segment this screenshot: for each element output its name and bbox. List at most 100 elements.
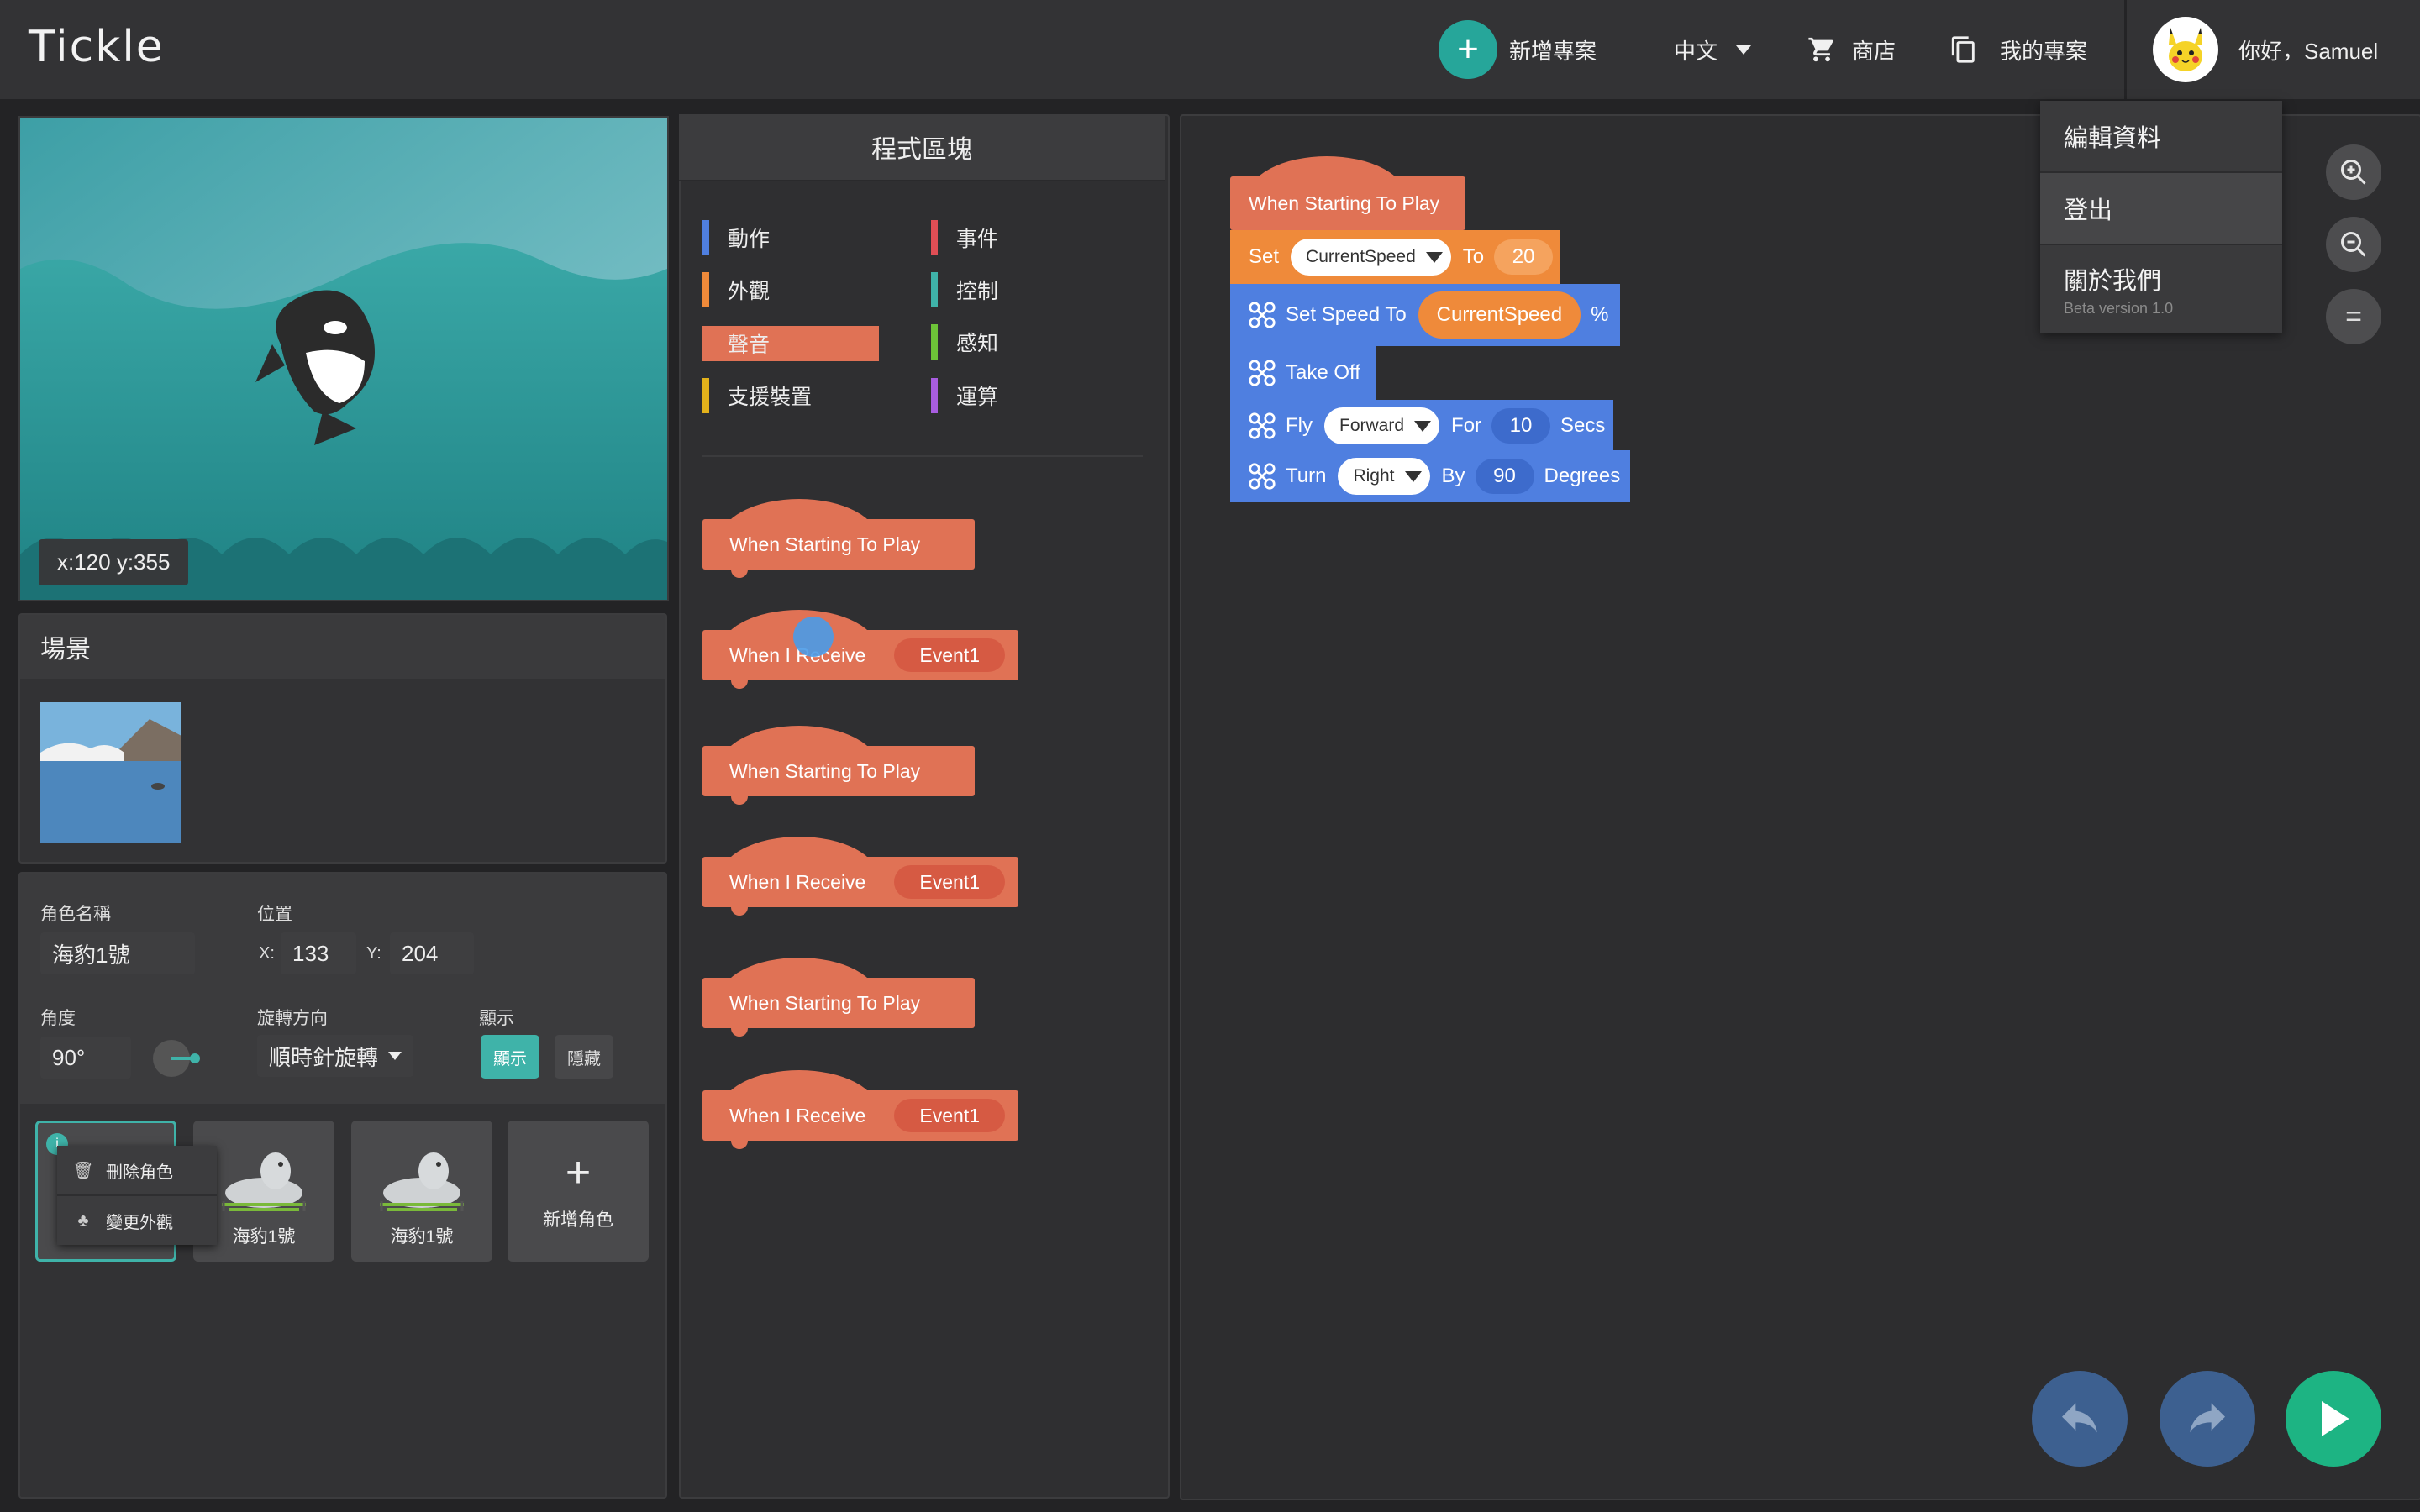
menu-item-logout[interactable]: 登出 xyxy=(2040,173,2282,245)
caret-down-icon xyxy=(1425,251,1443,263)
block-when-starting[interactable]: When Starting To Play xyxy=(702,726,975,805)
take-off-block[interactable]: Take Off xyxy=(1230,346,1376,400)
hide-button[interactable]: 隱藏 xyxy=(555,1035,613,1079)
block-text: When Starting To Play xyxy=(729,759,921,782)
menu-item-label: 編輯資料 xyxy=(2064,125,2162,152)
event-dropdown[interactable]: Event1 xyxy=(894,865,1005,899)
value-input[interactable]: 10 xyxy=(1491,408,1551,444)
menu-item-edit-profile[interactable]: 編輯資料 xyxy=(2040,101,2282,173)
caret-down-icon xyxy=(388,1052,402,1060)
block-when-receive[interactable]: When I Receive Event1 xyxy=(702,1070,1018,1149)
cursor-indicator xyxy=(793,617,834,657)
category-color-bar xyxy=(931,220,938,255)
caret-down-icon xyxy=(1736,45,1752,55)
direction-dropdown[interactable]: Forward xyxy=(1324,407,1440,444)
y-label: Y: xyxy=(366,944,381,963)
block-when-receive[interactable]: When I Receive Event1 xyxy=(702,610,1018,689)
y-input[interactable]: 204 xyxy=(390,932,474,974)
undo-button[interactable] xyxy=(2032,1371,2128,1467)
category-sound[interactable]: 聲音 xyxy=(702,326,879,361)
category-devices[interactable]: 支援裝置 xyxy=(702,378,812,413)
category-color-bar xyxy=(931,272,938,307)
variable-dropdown[interactable]: CurrentSpeed xyxy=(1291,239,1451,276)
block-when-starting[interactable]: When Starting To Play xyxy=(702,499,975,578)
category-color-bar xyxy=(702,272,709,307)
turn-block[interactable]: Turn Right By 90 Degrees xyxy=(1230,450,1630,502)
x-input[interactable]: 133 xyxy=(281,932,356,974)
shop-button[interactable]: 商店 xyxy=(1807,0,1896,99)
play-icon xyxy=(2322,1401,2349,1436)
zoom-out-button[interactable] xyxy=(2326,217,2381,272)
delete-sprite-item[interactable]: 🗑 刪除角色 xyxy=(57,1146,217,1196)
caret-down-icon xyxy=(1414,420,1432,432)
stage-canvas[interactable]: x:120 y:355 xyxy=(18,116,669,601)
sprite-context-menu: 🗑 刪除角色 ♣ 變更外觀 xyxy=(57,1146,217,1245)
category-events[interactable]: 事件 xyxy=(931,220,998,255)
category-color-bar xyxy=(702,220,709,255)
event-dropdown[interactable]: Event1 xyxy=(894,1099,1005,1132)
add-sprite-button[interactable]: + 新增角色 xyxy=(508,1121,649,1262)
header-divider xyxy=(2124,0,2127,99)
menu-item-about[interactable]: 關於我們 Beta version 1.0 xyxy=(2040,245,2282,333)
category-color-bar xyxy=(702,326,709,361)
my-projects-label: 我的專案 xyxy=(2000,38,2088,64)
block-palette xyxy=(679,114,1170,1499)
rotation-label: 旋轉方向 xyxy=(257,1009,328,1028)
angle-label: 角度 xyxy=(40,1009,76,1028)
hat-block: When Starting To Play xyxy=(1230,156,1465,230)
angle-input[interactable]: 90° xyxy=(40,1037,131,1079)
block-keyword: Turn xyxy=(1286,465,1327,487)
category-color-bar xyxy=(702,378,709,413)
script-hat-block[interactable]: When Starting To Play xyxy=(1230,156,1465,230)
variable-name: CurrentSpeed xyxy=(1306,247,1416,266)
sprite-name-input[interactable]: 海豹1號 xyxy=(40,932,195,974)
rotation-select[interactable]: 順時針旋轉 xyxy=(257,1035,413,1077)
category-label: 感知 xyxy=(956,332,999,355)
block-keyword: To xyxy=(1462,245,1485,268)
category-color-bar xyxy=(931,324,938,360)
direction-dropdown[interactable]: Right xyxy=(1338,458,1430,495)
category-control[interactable]: 控制 xyxy=(931,272,998,307)
variable-reporter[interactable]: CurrentSpeed xyxy=(1418,291,1581,339)
sprite-card[interactable]: 海豹1號 xyxy=(351,1121,492,1262)
new-project-button[interactable]: + 新增專案 xyxy=(1439,0,1597,99)
angle-dial-knob[interactable] xyxy=(190,1053,200,1063)
category-motion[interactable]: 動作 xyxy=(702,220,770,255)
my-projects-button[interactable]: 我的專案 xyxy=(1949,0,2087,99)
set-speed-block[interactable]: Set Speed To CurrentSpeed % xyxy=(1230,284,1620,346)
hat-block: When I Receive Event1 xyxy=(702,837,1018,916)
show-button[interactable]: 顯示 xyxy=(481,1035,539,1079)
reset-zoom-button[interactable]: = xyxy=(2326,289,2381,344)
play-button[interactable] xyxy=(2286,1371,2381,1467)
redo-button[interactable] xyxy=(2160,1371,2255,1467)
direction-value: Right xyxy=(1353,466,1395,486)
category-looks[interactable]: 外觀 xyxy=(702,272,770,307)
block-text: When I Receive xyxy=(729,870,866,893)
zoom-in-button[interactable] xyxy=(2326,144,2381,200)
shop-label: 商店 xyxy=(1852,38,1897,64)
app-logo[interactable]: Tickle xyxy=(29,22,165,72)
category-sensing[interactable]: 感知 xyxy=(931,324,998,360)
scene-header: 場景 xyxy=(20,615,666,679)
angle-dial[interactable] xyxy=(153,1040,200,1077)
value-input[interactable]: 20 xyxy=(1494,239,1554,275)
block-keyword: By xyxy=(1441,465,1465,487)
palette-divider xyxy=(702,455,1143,457)
block-when-receive[interactable]: When I Receive Event1 xyxy=(702,837,1018,916)
sprite-card-label: 海豹1號 xyxy=(390,1227,454,1247)
category-label: 動作 xyxy=(728,228,771,251)
block-when-starting[interactable]: When Starting To Play xyxy=(702,958,975,1037)
change-costume-item[interactable]: ♣ 變更外觀 xyxy=(57,1196,217,1245)
fly-block[interactable]: Fly Forward For 10 Secs xyxy=(1230,400,1613,452)
language-select[interactable]: 中文 xyxy=(1674,0,1752,99)
user-profile-button[interactable]: 你好，Samuel xyxy=(2153,0,2378,99)
seal-icon xyxy=(380,1152,464,1211)
scene-thumbnail[interactable] xyxy=(40,702,182,843)
scene-panel: 場景 xyxy=(18,613,667,864)
event-dropdown[interactable]: Event1 xyxy=(894,638,1005,672)
set-variable-block[interactable]: Set CurrentSpeed To 20 xyxy=(1230,230,1560,284)
category-operators[interactable]: 運算 xyxy=(931,378,998,413)
costume-icon: ♣ xyxy=(77,1210,89,1230)
language-label: 中文 xyxy=(1674,38,1718,64)
value-input[interactable]: 90 xyxy=(1475,459,1534,494)
